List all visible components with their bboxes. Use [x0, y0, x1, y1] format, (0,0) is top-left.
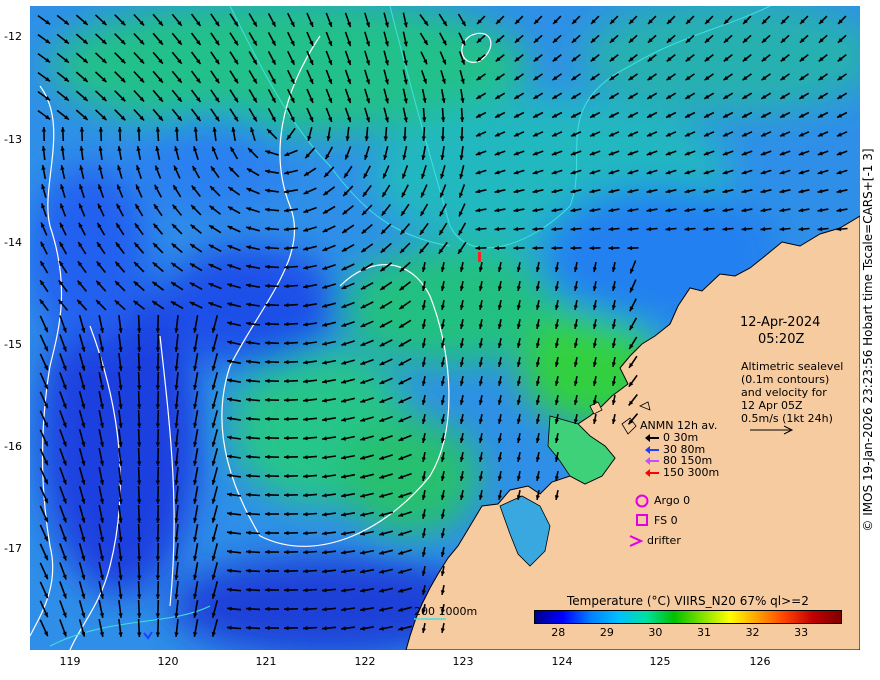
- scale-arrow-icon: [750, 425, 794, 435]
- anmn-arrow-icon: [645, 457, 659, 465]
- anmn-row-label: 150 300m: [663, 465, 720, 479]
- x-tick: 119: [59, 655, 81, 668]
- colorbar-title: Temperature (°C) VIIRS_N20 67% ql>=2: [567, 594, 809, 608]
- colorbar-tick: 29: [599, 626, 614, 639]
- map-date: 12-Apr-2024: [740, 315, 821, 330]
- altimetry-line: and velocity for: [741, 386, 827, 399]
- x-tick: 125: [649, 655, 671, 668]
- colorbar-tick: 28: [551, 626, 566, 639]
- argo-circle-icon: [635, 494, 649, 508]
- mooring-marker: [478, 252, 481, 262]
- anmn-arrow-icon: [645, 445, 659, 454]
- colorbar-tick: 33: [794, 626, 809, 639]
- anmn-arrow-icon: [645, 468, 659, 477]
- argo-label: Argo 0: [654, 494, 691, 507]
- y-tick: -16: [4, 440, 22, 453]
- colorbar-tick: 30: [648, 626, 663, 639]
- y-tick: -17: [4, 542, 22, 555]
- altimetry-line: 12 Apr 05Z: [741, 399, 803, 412]
- fs-square-icon: [636, 514, 648, 526]
- x-tick: 121: [255, 655, 277, 668]
- map-time: 05:20Z: [758, 332, 805, 347]
- credit-text: © IMOS 19-Jan-2026 23:23:56 Hobart time …: [861, 148, 875, 532]
- x-tick: 120: [157, 655, 179, 668]
- anmn-arrow-icon: [645, 434, 659, 442]
- sst-map[interactable]: [30, 6, 860, 650]
- y-tick: -15: [4, 338, 22, 351]
- bathy-label: 200 1000m: [414, 605, 478, 618]
- x-tick: 126: [749, 655, 771, 668]
- x-tick: 122: [354, 655, 376, 668]
- colorbar-tick: 31: [697, 626, 711, 639]
- colorbar: [534, 610, 842, 624]
- drifter-label: drifter: [647, 534, 681, 547]
- drifter-icon: [629, 535, 644, 547]
- altimetry-line: Altimetric sealevel: [741, 360, 844, 373]
- fs-label: FS 0: [654, 514, 678, 527]
- colorbar-tick: 32: [745, 626, 760, 639]
- altimetry-line: (0.1m contours): [741, 373, 830, 386]
- y-tick: -14: [4, 236, 22, 249]
- y-tick: -12: [4, 30, 22, 43]
- x-tick: 124: [551, 655, 573, 668]
- x-tick: 123: [452, 655, 474, 668]
- y-tick: -13: [4, 133, 22, 146]
